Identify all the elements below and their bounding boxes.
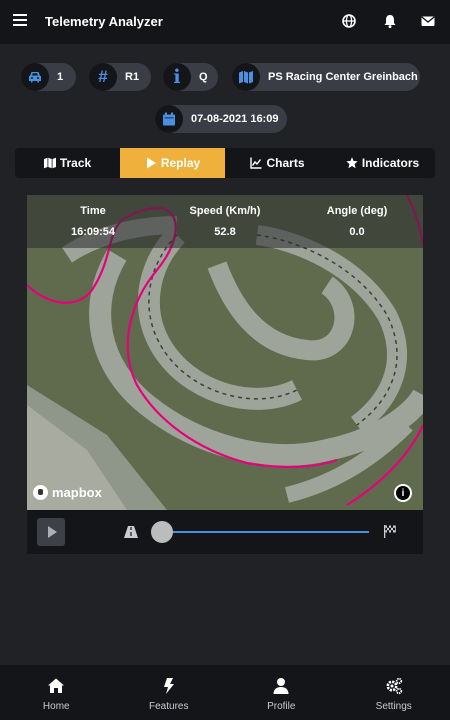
angle-value: 0.0 [349,226,365,238]
play-icon [47,526,57,538]
info-icon: i [396,486,410,500]
kart-number: 1 [57,71,64,83]
tab-track-label: Track [59,156,92,170]
telemetry-overlay: Time 16:09:54 Speed (Km/h) 52.8 Angle (d… [27,195,423,248]
tab-indicators-label: Indicators [361,156,420,170]
calendar-icon [155,105,183,133]
angle-label: Angle (deg) [326,205,388,217]
round-pill: # R1 [89,63,151,91]
time-value: 16:09:54 [70,226,116,238]
replay-progress-thumb[interactable] [151,521,173,543]
star-icon [346,157,358,169]
car-icon [21,63,49,91]
nav-settings[interactable]: Settings [338,665,450,720]
datetime-value: 07-08-2021 16:09 [191,113,279,125]
map-info-button[interactable]: i [394,484,412,502]
speed-column: Speed (Km/h) 52.8 [159,195,291,248]
time-label: Time [80,205,106,217]
play-button[interactable] [37,518,65,546]
kart-pill: 1 [21,63,76,91]
checkered-flag-icon [384,525,396,538]
replay-progress-track[interactable] [161,531,369,533]
track-name: PS Racing Center Greinbach [268,71,418,83]
bell-icon[interactable] [382,13,398,29]
nav-home[interactable]: Home [0,665,113,720]
tab-track[interactable]: Track [15,148,120,178]
home-icon [48,678,65,693]
time-column: Time 16:09:54 [27,195,159,248]
nav-home-label: Home [42,701,70,712]
tab-charts-label: Charts [266,156,305,170]
bottom-navigation: Home Features Profile Settings [0,665,450,720]
envelope-icon[interactable] [420,13,436,29]
mapbox-attribution: mapbox [52,485,102,500]
session-value: Q [199,71,208,83]
tab-charts[interactable]: Charts [225,148,330,178]
round-value: R1 [125,71,140,83]
track-pill: PS Racing Center Greinbach [232,63,420,91]
road-icon [124,526,138,538]
speed-label: Speed (Km/h) [189,205,261,217]
datetime-pill: 07-08-2021 16:09 [155,105,287,133]
nav-settings-label: Settings [375,701,412,712]
play-icon [146,157,156,169]
globe-icon[interactable] [341,13,357,29]
view-tabs: Track Replay Charts Indicators [15,148,435,178]
speed-value: 52.8 [214,226,236,238]
user-icon [273,678,289,694]
top-app-bar: Telemetry Analyzer [0,0,450,44]
mapbox-logo[interactable]: mapbox [33,485,102,500]
nav-features-label: Features [149,701,189,712]
map-icon [43,157,56,169]
angle-column: Angle (deg) 0.0 [291,195,423,248]
gears-icon [386,677,402,695]
nav-profile-label: Profile [267,701,296,712]
app-title: Telemetry Analyzer [45,14,163,29]
tab-indicators[interactable]: Indicators [330,148,435,178]
tab-replay[interactable]: Replay [120,148,225,178]
mapbox-mark-icon [33,485,48,500]
track-map[interactable]: Time 16:09:54 Speed (Km/h) 52.8 Angle (d… [27,195,423,510]
bolt-icon [163,678,174,694]
session-pill: i Q [163,63,218,91]
hash-icon: # [89,63,117,91]
replay-controls [27,510,423,554]
tab-replay-label: Replay [160,156,201,170]
nav-profile[interactable]: Profile [225,665,338,720]
info-i-icon: i [163,63,191,91]
map-icon [232,63,260,91]
nav-features[interactable]: Features [113,665,226,720]
hamburger-menu-icon[interactable] [13,14,27,28]
line-chart-icon [250,157,262,169]
